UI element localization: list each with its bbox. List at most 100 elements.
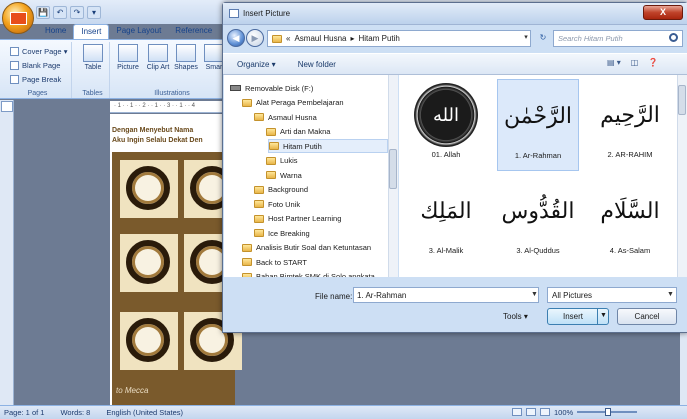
breadcrumb-overflow[interactable]: « (286, 34, 290, 43)
file-name-dropdown-icon[interactable]: ▼ (531, 291, 538, 298)
tree-item[interactable]: Alat Peraga Pembelajaran (242, 96, 344, 110)
office-button[interactable] (2, 2, 34, 34)
calligraphy-thumbnail: القُدُّوس (501, 198, 575, 224)
tree-item[interactable]: Foto Unik (254, 197, 300, 211)
calligraphy-thumbnail: السَّلَام (600, 198, 660, 224)
address-dropdown-icon[interactable]: ▾ (519, 30, 533, 47)
tab-references[interactable]: Reference (168, 24, 219, 39)
search-icon[interactable] (669, 33, 678, 42)
page-break-button[interactable]: Page Break (10, 72, 71, 86)
tree-item[interactable]: Hitam Putih (268, 139, 388, 153)
files-scrollbar-thumb[interactable] (678, 85, 686, 115)
page-break-icon (10, 74, 19, 84)
page-count[interactable]: Page: 1 of 1 (4, 408, 44, 417)
file-type-select[interactable]: All Pictures (547, 287, 677, 303)
tree-item[interactable]: Ice Breaking (254, 226, 310, 240)
insert-options-dropdown-icon[interactable]: ▼ (597, 308, 609, 325)
word-count[interactable]: Words: 8 (60, 408, 90, 417)
save-icon[interactable]: 💾 (36, 6, 50, 19)
tab-home[interactable]: Home (38, 24, 73, 39)
file-name-label: File name: (315, 292, 353, 301)
tree-item[interactable]: Back to START (242, 255, 307, 269)
file-label: 1. Ar-Rahman (514, 151, 562, 160)
full-screen-icon[interactable] (526, 408, 536, 416)
navigation-bar: ◀ ▶ « Asmaul Husna ▸ Hitam Putih ▾ ↻ Sea… (223, 25, 687, 53)
redo-icon[interactable]: ↷ (70, 6, 84, 19)
zoom-level[interactable]: 100% (554, 408, 573, 417)
tools-button[interactable]: Tools ▾ (503, 312, 528, 321)
change-view-icon[interactable]: ▤ ▾ (607, 58, 621, 67)
customize-qat-icon[interactable]: ▾ (87, 6, 101, 19)
file-type-dropdown-icon[interactable]: ▼ (667, 291, 674, 298)
help-icon[interactable]: ❓ (648, 58, 658, 67)
tree-item[interactable]: Bahan Bimtek SMK di Solo angkata (242, 270, 375, 277)
zoom-slider[interactable] (577, 408, 638, 416)
file-item[interactable]: المَلِك 3. Al-Malik (405, 175, 487, 267)
organize-button[interactable]: Organize ▾ (237, 60, 276, 69)
table-label: Table (84, 64, 102, 71)
ruler-toggle-button[interactable] (1, 101, 13, 112)
file-grid: الله 01. Allah الرَّحْمٰن 1. Ar-Rahman الرَّ… (399, 75, 677, 277)
folder-icon (242, 98, 252, 107)
calligraphy-thumbnail: الرَّحِيم (600, 102, 660, 128)
pages-group-label: Pages (27, 90, 48, 97)
tree-item[interactable]: Warna (266, 168, 302, 182)
tab-page-layout[interactable]: Page Layout (109, 24, 168, 39)
quick-access-toolbar: 💾 ↶ ↷ ▾ (36, 6, 101, 20)
table-button[interactable]: Table (79, 44, 107, 71)
tree-item[interactable]: Lukis (266, 154, 298, 168)
language-status[interactable]: English (United States) (106, 408, 183, 417)
breadcrumb-hitam-putih[interactable]: Hitam Putih (359, 34, 400, 43)
cover-page-button[interactable]: Cover Page ▾ (10, 44, 71, 58)
vertical-ruler (0, 100, 14, 405)
file-item[interactable]: الله 01. Allah (405, 79, 487, 171)
file-label: 3. Al-Quddus (516, 246, 560, 255)
search-input[interactable]: Search Hitam Putih (553, 30, 683, 47)
file-label: 01. Allah (431, 150, 461, 159)
tree-item[interactable]: Host Partner Learning (254, 212, 341, 226)
ornament-ring-icon (126, 166, 170, 210)
tables-group: Table Tables (76, 42, 110, 98)
back-arrow-icon[interactable]: ◀ (227, 29, 245, 47)
shapes-button[interactable]: Shapes (172, 44, 200, 71)
zoom-slider-thumb[interactable] (605, 408, 612, 416)
refresh-icon[interactable]: ↻ (535, 30, 551, 47)
preview-pane-icon[interactable]: ◫ (631, 58, 639, 67)
file-item[interactable]: الرَّحْمٰن 1. Ar-Rahman (497, 79, 579, 171)
web-layout-icon[interactable] (540, 408, 550, 416)
print-layout-icon[interactable] (512, 408, 522, 416)
doc-header-line-1: Dengan Menyebut Nama (112, 127, 194, 134)
tab-insert[interactable]: Insert (73, 24, 110, 39)
forward-arrow-icon[interactable]: ▶ (246, 29, 264, 47)
tree-item[interactable]: Background (254, 183, 308, 197)
file-name-input[interactable]: 1. Ar-Rahman (353, 287, 539, 303)
tree-item[interactable]: Removable Disk (F:) (230, 81, 313, 95)
tree-item-label: Removable Disk (F:) (245, 83, 314, 93)
tree-item[interactable]: Asmaul Husna (254, 110, 317, 124)
close-button[interactable]: X (643, 5, 683, 20)
clip-art-label: Clip Art (146, 64, 170, 71)
calligraphy-thumbnail: الله (414, 83, 478, 147)
new-folder-button[interactable]: New folder (298, 60, 336, 69)
breadcrumb-separator[interactable]: ▸ (350, 34, 354, 43)
tree-item[interactable]: Arti dan Makna (266, 125, 330, 139)
blank-page-button[interactable]: Blank Page (10, 58, 71, 72)
undo-icon[interactable]: ↶ (53, 6, 67, 19)
breadcrumb-asmaul-husna[interactable]: Asmaul Husna (294, 34, 346, 43)
insert-label: Insert (562, 312, 583, 321)
cancel-button[interactable]: Cancel (617, 308, 677, 325)
dialog-title-bar[interactable] (223, 3, 687, 25)
file-label: 4. As-Salam (609, 246, 651, 255)
clip-art-button[interactable]: Clip Art (144, 44, 172, 71)
address-bar[interactable]: « Asmaul Husna ▸ Hitam Putih (267, 30, 531, 47)
tree-item[interactable]: Analisis Butir Soal dan Ketuntasan (242, 241, 371, 255)
tree-scrollbar-thumb[interactable] (389, 149, 397, 189)
page-break-label: Page Break (22, 74, 62, 84)
blank-page-icon (10, 60, 19, 70)
file-item[interactable]: السَّلَام 4. As-Salam (589, 175, 671, 267)
document-header-text: Dengan Menyebut Nama Aku Ingin Selalu De… (112, 126, 235, 146)
cover-page-icon (10, 46, 19, 56)
file-item[interactable]: القُدُّوس 3. Al-Quddus (497, 175, 579, 267)
picture-button[interactable]: Picture (114, 44, 142, 71)
file-item[interactable]: الرَّحِيم 2. AR-RAHIM (589, 79, 671, 171)
